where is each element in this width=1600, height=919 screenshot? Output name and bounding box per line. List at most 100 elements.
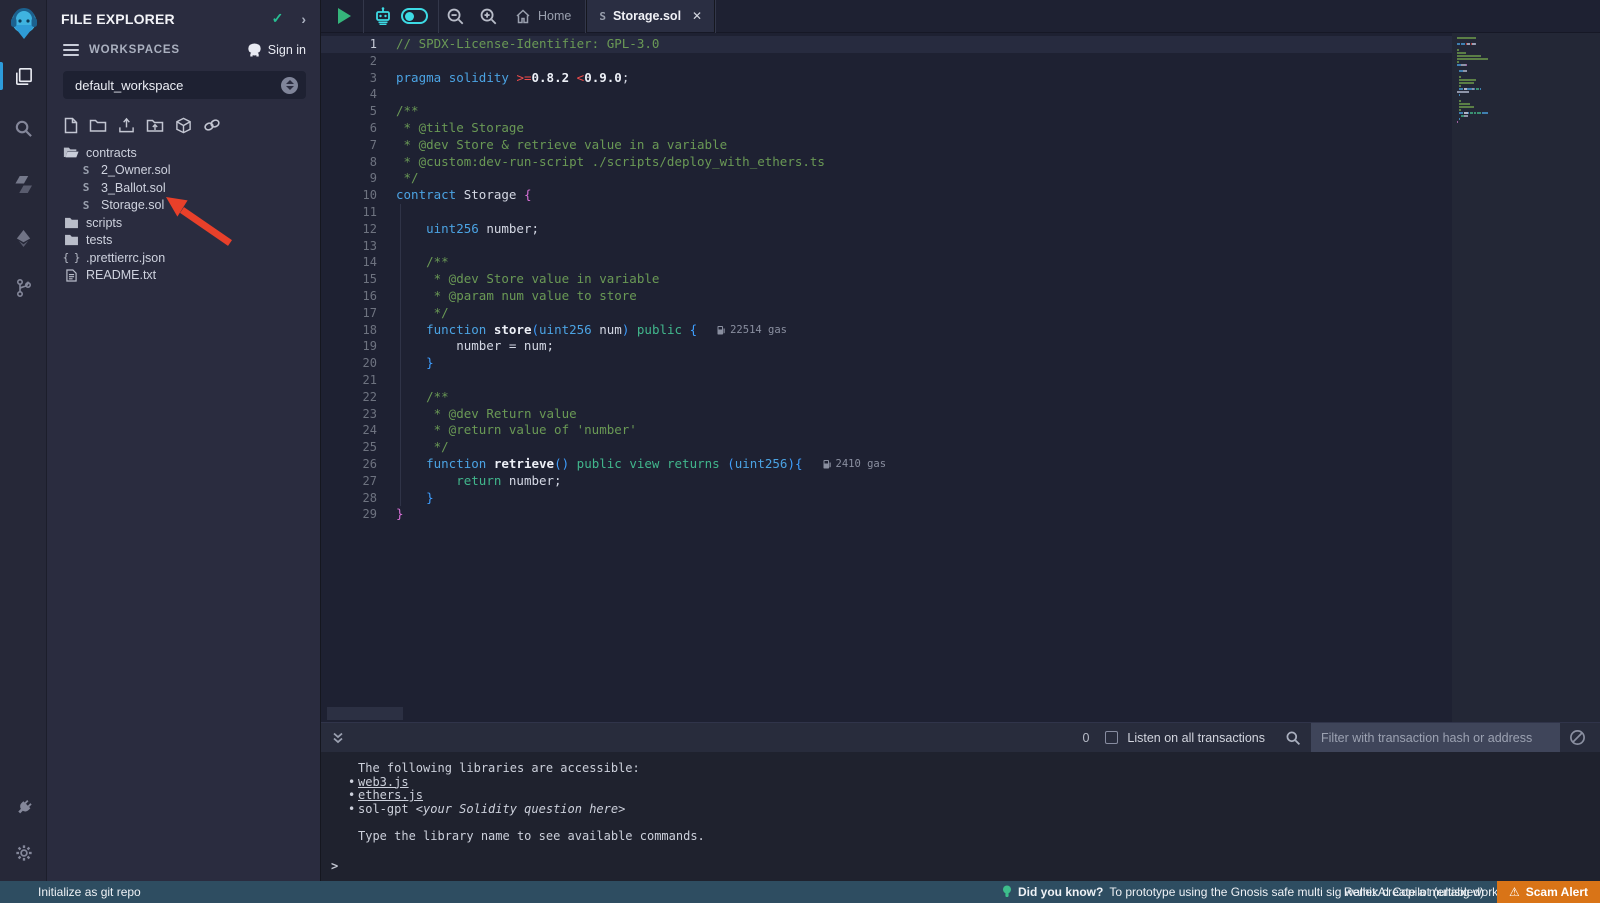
workspaces-label: WORKSPACES (89, 44, 247, 56)
tree-item-contracts[interactable]: contracts (47, 144, 320, 162)
solidity-compiler-icon[interactable] (0, 164, 47, 204)
new-file-icon[interactable] (64, 117, 78, 134)
code-line-14[interactable]: /** (396, 254, 1450, 271)
terminal-line: Type the library name to see available c… (358, 830, 705, 844)
code-line-16[interactable]: * @param num value to store (396, 288, 1450, 305)
search-icon[interactable] (0, 108, 47, 148)
code-line-8[interactable]: * @custom:dev-run-script ./scripts/deplo… (396, 154, 1450, 171)
code-line-5[interactable]: /** (396, 103, 1450, 120)
solidity-file-icon: S (599, 10, 606, 23)
code-line-17[interactable]: */ (396, 305, 1450, 322)
screenshot-margin (0, 903, 1600, 919)
code-editor[interactable]: 1234567891011121314151617181920212223242… (321, 33, 1600, 722)
tree-item-tests[interactable]: tests (47, 232, 320, 250)
new-folder-icon[interactable] (89, 117, 107, 134)
deploy-and-run-icon[interactable] (0, 218, 47, 258)
upload-folder-icon[interactable] (146, 117, 164, 134)
upload-file-icon[interactable] (118, 117, 135, 134)
terminal-line: •web3.js (358, 776, 705, 790)
code-line-25[interactable]: */ (396, 439, 1450, 456)
transaction-filter-input[interactable] (1311, 723, 1560, 753)
code-line-3[interactable]: pragma solidity >=0.8.2 <0.9.0; (396, 70, 1450, 87)
zoom-in-icon[interactable] (479, 7, 498, 26)
code-line-9[interactable]: */ (396, 170, 1450, 187)
code-line-4[interactable] (396, 86, 1450, 103)
scam-alert-button[interactable]: ⚠ Scam Alert (1497, 881, 1600, 903)
editor-area: Home S Storage.sol ✕ 1234567891011121314… (320, 0, 1600, 881)
code-line-12[interactable]: uint256 number; (396, 221, 1450, 238)
terminal-prompt[interactable]: > (331, 859, 338, 873)
run-script-button[interactable] (338, 8, 351, 24)
code-line-15[interactable]: * @dev Store value in variable (396, 271, 1450, 288)
code-line-2[interactable] (396, 53, 1450, 70)
code-line-7[interactable]: * @dev Store & retrieve value in a varia… (396, 137, 1450, 154)
compile-check-icon[interactable]: ✓ (272, 10, 284, 27)
code-line-13[interactable] (396, 238, 1450, 255)
line-numbers: 1234567891011121314151617181920212223242… (321, 36, 377, 523)
terminal-line: The following libraries are accessible: (358, 762, 705, 776)
listen-all-checkbox[interactable] (1105, 731, 1118, 744)
workspace-name: default_workspace (75, 78, 281, 93)
tree-item-scripts[interactable]: scripts (47, 214, 320, 232)
code-line-6[interactable]: * @title Storage (396, 120, 1450, 137)
home-icon (515, 9, 531, 24)
code-line-24[interactable]: * @return value of 'number' (396, 422, 1450, 439)
terminal-line: •ethers.js (358, 789, 705, 803)
code-line-21[interactable] (396, 372, 1450, 389)
sign-in-button[interactable]: Sign in (247, 43, 306, 57)
workspace-menu-icon[interactable] (63, 41, 79, 59)
lightbulb-icon (1002, 885, 1012, 899)
workspace-select[interactable]: default_workspace (63, 71, 306, 99)
editor-toolbar: Home S Storage.sol ✕ (321, 0, 1600, 33)
tree-item-storage-sol[interactable]: SStorage.sol (47, 197, 320, 215)
ipfs-box-icon[interactable] (175, 117, 192, 134)
listen-all-label[interactable]: Listen on all transactions (1127, 731, 1265, 745)
activity-bar (0, 0, 47, 881)
code-line-22[interactable]: /** (396, 389, 1450, 406)
terminal-collapse-icon[interactable] (331, 731, 345, 745)
git-init-status[interactable]: Initialize as git repo (38, 885, 141, 899)
terminal-search-icon[interactable] (1285, 730, 1301, 746)
remix-ide-window: FILE EXPLORER ✓ › WORKSPACES Sign in def… (0, 0, 1600, 919)
minimap[interactable] (1452, 33, 1600, 722)
code-line-18[interactable]: function store(uint256 num) public {2251… (396, 322, 1450, 339)
terminal-link[interactable]: web3.js (358, 775, 409, 789)
terminal-output[interactable]: The following libraries are accessible:•… (321, 752, 1600, 881)
tree-item-3-ballot-sol[interactable]: S3_Ballot.sol (47, 179, 320, 197)
copilot-toggle[interactable] (401, 8, 428, 24)
zoom-out-icon[interactable] (446, 7, 465, 26)
workspace-switch-icon[interactable] (281, 77, 298, 94)
code-line-29[interactable]: } (396, 506, 1450, 523)
code-line-27[interactable]: return number; (396, 473, 1450, 490)
code-line-19[interactable]: number = num; (396, 338, 1450, 355)
tree-item--prettierrc-json[interactable]: { }.prettierrc.json (47, 249, 320, 267)
terminal-link[interactable]: ethers.js (358, 788, 423, 802)
code-content: // SPDX-License-Identifier: GPL-3.0 prag… (396, 36, 1450, 523)
remix-logo-icon[interactable] (0, 0, 47, 48)
gas-estimate: 22514 gas (717, 322, 787, 339)
code-line-23[interactable]: * @dev Return value (396, 406, 1450, 423)
home-tab[interactable]: Home (515, 9, 571, 24)
code-line-1[interactable]: // SPDX-License-Identifier: GPL-3.0 (396, 36, 1450, 53)
code-line-10[interactable]: contract Storage { (396, 187, 1450, 204)
code-line-20[interactable]: } (396, 355, 1450, 372)
ai-copilot-robot-icon[interactable] (373, 6, 393, 26)
tree-item-2-owner-sol[interactable]: S2_Owner.sol (47, 162, 320, 180)
panel-title: FILE EXPLORER (61, 11, 272, 27)
github-icon (247, 43, 262, 57)
tab-storage-sol[interactable]: S Storage.sol ✕ (586, 0, 715, 32)
settings-gear-icon[interactable] (0, 833, 47, 873)
tab-close-icon[interactable]: ✕ (692, 9, 702, 23)
code-line-11[interactable] (396, 204, 1450, 221)
git-icon[interactable] (0, 268, 47, 308)
clear-filter-icon[interactable] (1569, 729, 1586, 746)
link-icon[interactable] (203, 117, 221, 134)
file-explorer-icon[interactable] (0, 56, 47, 96)
code-line-26[interactable]: function retrieve() public view returns … (396, 456, 1450, 473)
plugin-manager-icon[interactable] (0, 787, 47, 827)
tree-item-readme-txt[interactable]: README.txt (47, 267, 320, 285)
horizontal-scrollbar-thumb[interactable] (327, 707, 403, 720)
copilot-status[interactable]: RemixAI Copilot (enabled) (1344, 885, 1484, 899)
panel-expand-icon[interactable]: › (301, 11, 306, 27)
code-line-28[interactable]: } (396, 490, 1450, 507)
